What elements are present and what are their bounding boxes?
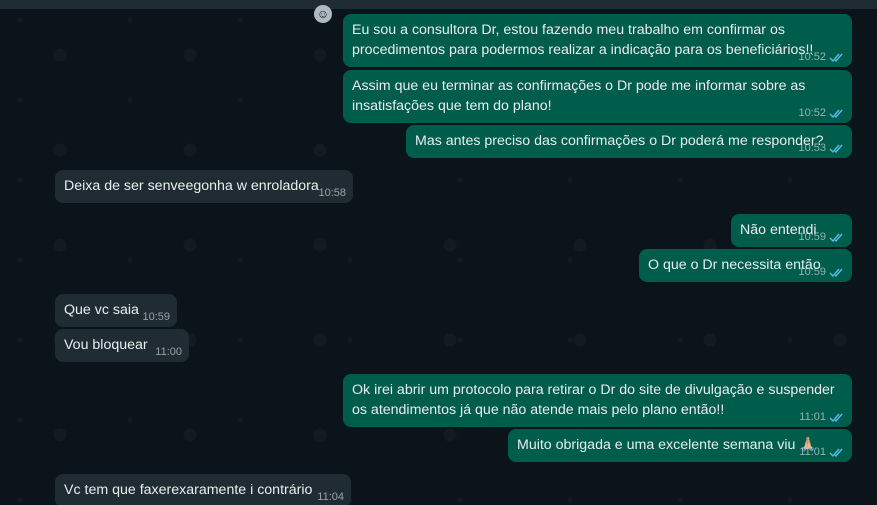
message-time: 11:01	[799, 446, 826, 458]
message-bubble-incoming[interactable]: Vou bloquear 11:00	[55, 329, 189, 362]
message-meta: 10:59	[798, 231, 845, 243]
message-time: 10:52	[798, 51, 826, 63]
message-bubble-outgoing[interactable]: Assim que eu terminar as confirmações o …	[343, 70, 852, 123]
message-time: 10:59	[798, 266, 826, 278]
message-meta: 10:59	[798, 266, 845, 278]
message-time: 10:59	[798, 231, 826, 243]
message-time: 11:00	[155, 346, 182, 358]
message-text: O que o Dr necessita então	[648, 257, 821, 273]
message-text: Mas antes preciso das confirmações o Dr …	[415, 133, 824, 149]
message-time: 10:53	[798, 142, 826, 154]
message-time: 11:04	[317, 491, 344, 503]
message-text: Vou bloquear	[64, 337, 148, 353]
message-bubble-outgoing[interactable]: Mas antes preciso das confirmações o Dr …	[406, 125, 852, 158]
message-bubble-incoming[interactable]: Que vc saia 10:59	[55, 294, 177, 327]
message-meta: 11:04	[317, 491, 344, 503]
double-check-icon	[829, 143, 845, 154]
chat-header-bar	[0, 0, 877, 9]
double-check-icon	[829, 108, 845, 119]
message-meta: 11:01	[799, 446, 845, 458]
message-meta: 10:52	[798, 107, 845, 119]
double-check-icon	[829, 412, 845, 423]
message-text: Vc tem que faxerexaramente i contrário	[64, 482, 313, 498]
message-bubble-outgoing[interactable]: Ok irei abrir um protocolo para retirar …	[343, 374, 852, 427]
message-meta: 10:58	[318, 187, 346, 199]
message-text: Ok irei abrir um protocolo para retirar …	[352, 382, 839, 418]
message-bubble-outgoing[interactable]: Eu sou a consultora Dr, estou fazendo me…	[343, 14, 852, 67]
message-text: Muito obrigada e uma excelente semana vi…	[517, 437, 818, 453]
message-bubble-incoming[interactable]: Deixa de ser senveegonha w enroladora 10…	[55, 170, 353, 203]
double-check-icon	[829, 52, 845, 63]
message-time: 10:58	[318, 187, 346, 199]
smiley-icon[interactable]: ☺	[314, 5, 332, 23]
chat-panel: ☺ Eu sou a consultora Dr, estou fazendo …	[0, 0, 877, 505]
double-check-icon	[829, 232, 845, 243]
message-bubble-outgoing[interactable]: Não entendi 10:59	[731, 214, 852, 247]
message-text: Deixa de ser senveegonha w enroladora	[64, 178, 319, 194]
message-time: 10:59	[142, 311, 170, 323]
message-meta: 11:01	[799, 411, 845, 423]
double-check-icon	[829, 267, 845, 278]
double-check-icon	[829, 447, 845, 458]
message-text: Assim que eu terminar as confirmações o …	[352, 78, 810, 114]
message-bubble-incoming[interactable]: Vc tem que faxerexaramente i contrário 1…	[55, 474, 351, 505]
message-meta: 10:52	[798, 51, 845, 63]
message-meta: 11:00	[155, 346, 182, 358]
message-time: 11:01	[799, 411, 826, 423]
message-text: Eu sou a consultora Dr, estou fazendo me…	[352, 22, 814, 58]
message-bubble-outgoing[interactable]: Muito obrigada e uma excelente semana vi…	[508, 429, 852, 462]
message-meta: 10:59	[142, 311, 170, 323]
message-text: Que vc saia	[64, 302, 139, 318]
message-meta: 10:53	[798, 142, 845, 154]
message-time: 10:52	[798, 107, 826, 119]
message-bubble-outgoing[interactable]: O que o Dr necessita então 10:59	[639, 249, 852, 282]
